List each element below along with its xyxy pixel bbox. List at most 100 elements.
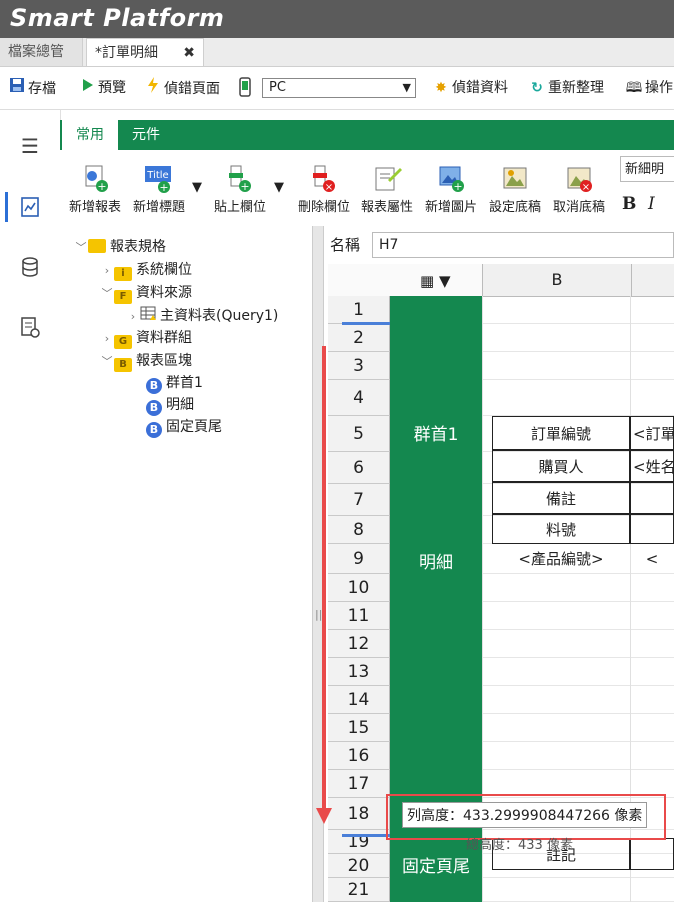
grid-line xyxy=(482,629,674,630)
row-header[interactable]: 13 xyxy=(328,658,390,686)
row-header[interactable]: 1 xyxy=(328,296,390,324)
save-label: 存檔 xyxy=(28,81,56,97)
total-height-text: 總高度：433 像素 xyxy=(466,838,573,853)
italic-button[interactable]: I xyxy=(648,194,670,214)
chevron-right-icon[interactable]: › xyxy=(126,306,140,328)
row-header[interactable]: 2 xyxy=(328,324,390,352)
debug-page-button[interactable]: 偵錯頁面 xyxy=(144,77,220,99)
column-options-icon[interactable]: ▦ ▼ xyxy=(420,272,450,290)
delete-field-icon: × xyxy=(309,164,339,194)
row-header[interactable]: 12 xyxy=(328,630,390,658)
row-header[interactable]: 9 xyxy=(328,544,390,574)
menu-icon[interactable]: ☰ xyxy=(18,134,42,158)
row-header[interactable]: 10 xyxy=(328,574,390,602)
report-cell[interactable]: < xyxy=(630,544,674,574)
new-report-button[interactable]: + 新增報表 xyxy=(64,164,126,215)
report-cell[interactable]: 訂單編號 xyxy=(492,416,630,450)
chevron-down-icon[interactable]: ﹀ xyxy=(74,237,88,259)
row-header[interactable]: 7 xyxy=(328,484,390,516)
band-group-header[interactable]: 群首1 xyxy=(390,296,482,544)
report-properties-label: 報表屬性 xyxy=(360,200,413,215)
report-cell[interactable]: 料號 xyxy=(492,514,630,544)
tab-common[interactable]: 常用 xyxy=(62,120,118,150)
bold-button[interactable]: B xyxy=(622,194,644,214)
tab-label: 檔案總管 xyxy=(8,44,64,60)
chevron-down-icon[interactable]: ﹀ xyxy=(100,351,114,373)
band-detail[interactable]: 明細 xyxy=(390,544,482,830)
paste-field-button[interactable]: + 貼上欄位 xyxy=(208,164,272,215)
tree-node-fixed-footer[interactable]: B 固定頁尾 xyxy=(146,416,222,438)
column-header-b[interactable]: B xyxy=(482,264,632,296)
database-icon[interactable] xyxy=(18,256,42,280)
settings-doc-icon[interactable] xyxy=(18,316,42,340)
preview-button[interactable]: 預覽 xyxy=(78,77,126,99)
report-cell[interactable] xyxy=(630,514,674,544)
report-cell[interactable] xyxy=(630,838,674,870)
row-header[interactable]: 14 xyxy=(328,686,390,714)
delete-field-button[interactable]: × 刪除欄位 xyxy=(292,164,356,215)
report-cell[interactable]: <訂單 xyxy=(630,416,674,450)
report-cell[interactable] xyxy=(630,482,674,514)
row-header[interactable]: 4 xyxy=(328,380,390,416)
font-select[interactable]: 新細明 xyxy=(620,156,674,182)
report-icon[interactable] xyxy=(18,196,42,220)
new-image-button[interactable]: + 新增圖片 xyxy=(420,164,482,215)
data-source-icon: F xyxy=(114,290,132,304)
paste-field-dropdown[interactable]: ▼ xyxy=(272,180,286,195)
set-background-label: 設定底稿 xyxy=(488,200,541,215)
report-cell[interactable]: <姓名 xyxy=(630,450,674,482)
tree-node-report-blocks[interactable]: ﹀ B 報表區塊 xyxy=(100,350,192,372)
ops-button[interactable]: 🕮 操作 xyxy=(625,77,673,99)
chevron-right-icon[interactable]: › xyxy=(100,328,114,350)
report-cell[interactable]: 購買人 xyxy=(492,450,630,482)
set-background-button[interactable]: 設定底稿 xyxy=(484,164,546,215)
tab-file-manager[interactable]: 檔案總管 xyxy=(0,38,83,66)
tree-node-report-spec[interactable]: ﹀ 報表規格 xyxy=(74,236,166,258)
table-icon xyxy=(140,306,158,329)
refresh-button[interactable]: ↻ 重新整理 xyxy=(528,77,604,99)
row-boundary-marker[interactable] xyxy=(342,322,390,325)
cancel-background-button[interactable]: × 取消底稿 xyxy=(548,164,610,215)
tree-node-system-fields[interactable]: › i 系統欄位 xyxy=(100,259,192,281)
row-header[interactable]: 3 xyxy=(328,352,390,380)
chevron-right-icon[interactable]: › xyxy=(100,260,114,282)
lightning-icon xyxy=(144,77,162,100)
cell-name-input[interactable]: H7 xyxy=(372,232,674,258)
row-header[interactable]: 21 xyxy=(328,878,390,902)
tree-node-detail[interactable]: B 明細 xyxy=(146,394,194,416)
row-header[interactable]: 8 xyxy=(328,516,390,544)
tab-components[interactable]: 元件 xyxy=(132,120,160,150)
chevron-down-icon[interactable]: ﹀ xyxy=(100,283,114,305)
row-header[interactable]: 6 xyxy=(328,452,390,484)
report-properties-button[interactable]: 報表屬性 xyxy=(356,164,418,215)
report-cell[interactable]: <產品編號> xyxy=(492,544,630,574)
svg-text:+: + xyxy=(240,180,249,193)
row-header[interactable]: 18 xyxy=(328,798,390,830)
new-title-dropdown[interactable]: ▼ xyxy=(190,180,204,195)
main-toolbar: 存檔 預覽 偵錯頁面 PC ▼ ✸ 偵錯資料 ↻ 重新整理 🕮 操作 xyxy=(0,67,674,110)
system-fields-icon: i xyxy=(114,267,132,281)
tree-node-main-table[interactable]: › 主資料表(Query1) xyxy=(126,305,278,327)
report-cell[interactable]: 備註 xyxy=(492,482,630,514)
band-label: 明細 xyxy=(419,553,453,573)
debug-data-button[interactable]: ✸ 偵錯資料 xyxy=(432,77,508,99)
row-header[interactable]: 17 xyxy=(328,770,390,798)
row-header[interactable]: 11 xyxy=(328,602,390,630)
tree-node-data-group[interactable]: › G 資料群組 xyxy=(100,327,192,349)
close-tab-icon[interactable]: ✖ xyxy=(183,39,195,67)
device-select[interactable]: PC ▼ xyxy=(262,78,416,98)
new-title-button[interactable]: Title + 新增標題 xyxy=(128,164,190,215)
grid-line xyxy=(482,741,674,742)
tab-order-detail[interactable]: *訂單明細 ✖ xyxy=(86,38,204,66)
row-boundary-marker[interactable] xyxy=(342,834,390,837)
row-header[interactable]: 16 xyxy=(328,742,390,770)
row-header[interactable]: 15 xyxy=(328,714,390,742)
resize-arrow-line xyxy=(322,346,326,816)
tree-node-data-source[interactable]: ﹀ F 資料來源 xyxy=(100,282,192,304)
row-header[interactable]: 20 xyxy=(328,854,390,878)
save-button[interactable]: 存檔 xyxy=(8,77,56,99)
row-header[interactable]: 5 xyxy=(328,416,390,452)
name-label: 名稱 xyxy=(330,236,361,254)
tree-node-group-header[interactable]: B 群首1 xyxy=(146,372,203,394)
grid-line xyxy=(482,323,674,324)
